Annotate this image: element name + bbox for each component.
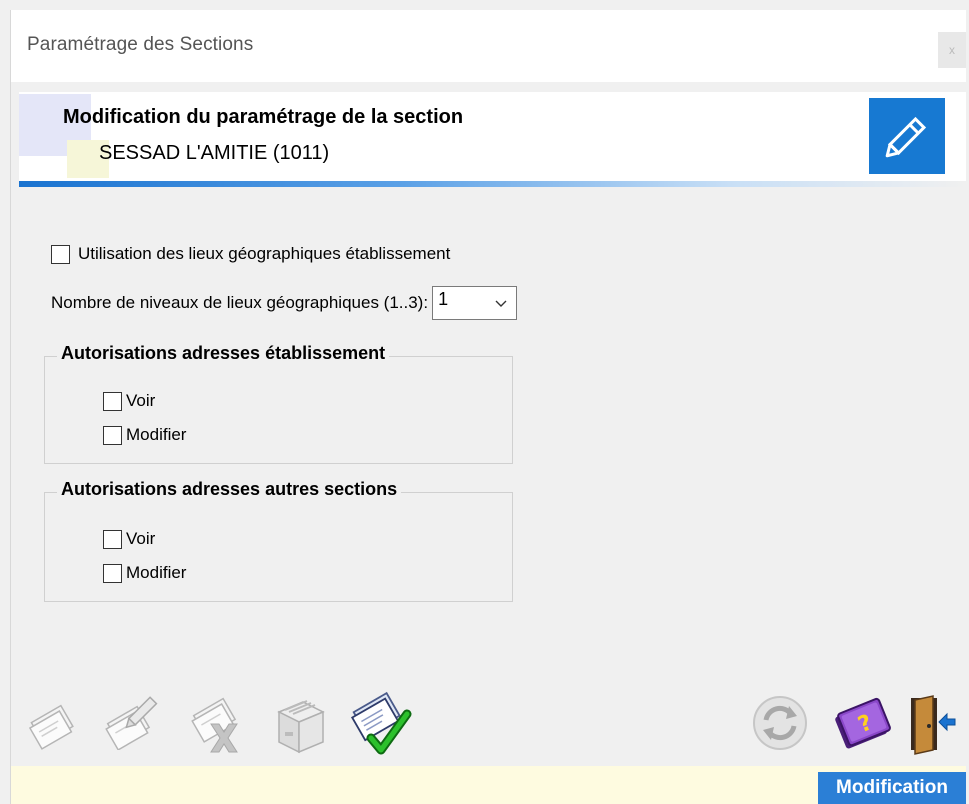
levels-row: Nombre de niveaux de lieux géographiques… [51, 286, 518, 320]
status-bar: Modification [11, 766, 966, 804]
validate-document-icon[interactable] [349, 686, 419, 767]
new-document-icon[interactable] [25, 694, 81, 755]
option-autres-modifier: Modifier [103, 563, 186, 583]
geo-places-checkbox[interactable] [51, 244, 70, 264]
parametrage-sections-window: Paramétrage des Sections x Modification … [10, 10, 966, 804]
exit-door-icon[interactable] [907, 692, 957, 761]
etab-modifier-checkbox[interactable] [103, 425, 122, 445]
option-etab-modifier: Modifier [103, 425, 186, 445]
etab-modifier-label: Modifier [126, 425, 187, 444]
autres-modifier-label: Modifier [126, 563, 187, 582]
delete-document-icon[interactable] [187, 686, 251, 765]
section-name: SESSAD L'AMITIE (1011) [99, 142, 330, 164]
group-autres-sections: Autorisations adresses autres sections V… [44, 479, 513, 602]
title-bar: Paramétrage des Sections x [11, 10, 966, 82]
close-button[interactable]: x [938, 32, 966, 68]
etab-voir-label: Voir [126, 391, 156, 410]
window-title: Paramétrage des Sections [27, 34, 254, 55]
header-heading: Modification du paramétrage de la sectio… [63, 106, 464, 128]
header-accent-bar [19, 181, 966, 187]
refresh-icon[interactable] [749, 692, 811, 759]
group-etablissement: Autorisations adresses établissement Voi… [44, 343, 513, 464]
section-header: Modification du paramétrage de la sectio… [19, 92, 966, 184]
option-etab-voir: Voir [103, 391, 155, 411]
help-book-icon[interactable]: ? [829, 694, 895, 761]
levels-label: Nombre de niveaux de lieux géographiques… [51, 293, 429, 312]
geo-places-row: Utilisation des lieux géographiques étab… [51, 244, 450, 264]
pencil-icon [869, 98, 945, 174]
group-etablissement-title: Autorisations adresses établissement [57, 343, 390, 364]
levels-select[interactable]: 1 [432, 286, 518, 320]
autres-modifier-checkbox[interactable] [103, 563, 122, 583]
autres-voir-checkbox[interactable] [103, 529, 122, 549]
edit-document-icon[interactable] [103, 686, 165, 755]
file-drawer-icon[interactable] [273, 690, 329, 763]
geo-places-label: Utilisation des lieux géographiques étab… [78, 244, 451, 263]
levels-select-value: 1 [438, 289, 449, 309]
autres-voir-label: Voir [126, 529, 156, 548]
chevron-down-icon [494, 295, 508, 316]
status-mode: Modification [818, 772, 966, 804]
etab-voir-checkbox[interactable] [103, 391, 122, 411]
group-autres-sections-title: Autorisations adresses autres sections [57, 479, 402, 500]
option-autres-voir: Voir [103, 529, 155, 549]
